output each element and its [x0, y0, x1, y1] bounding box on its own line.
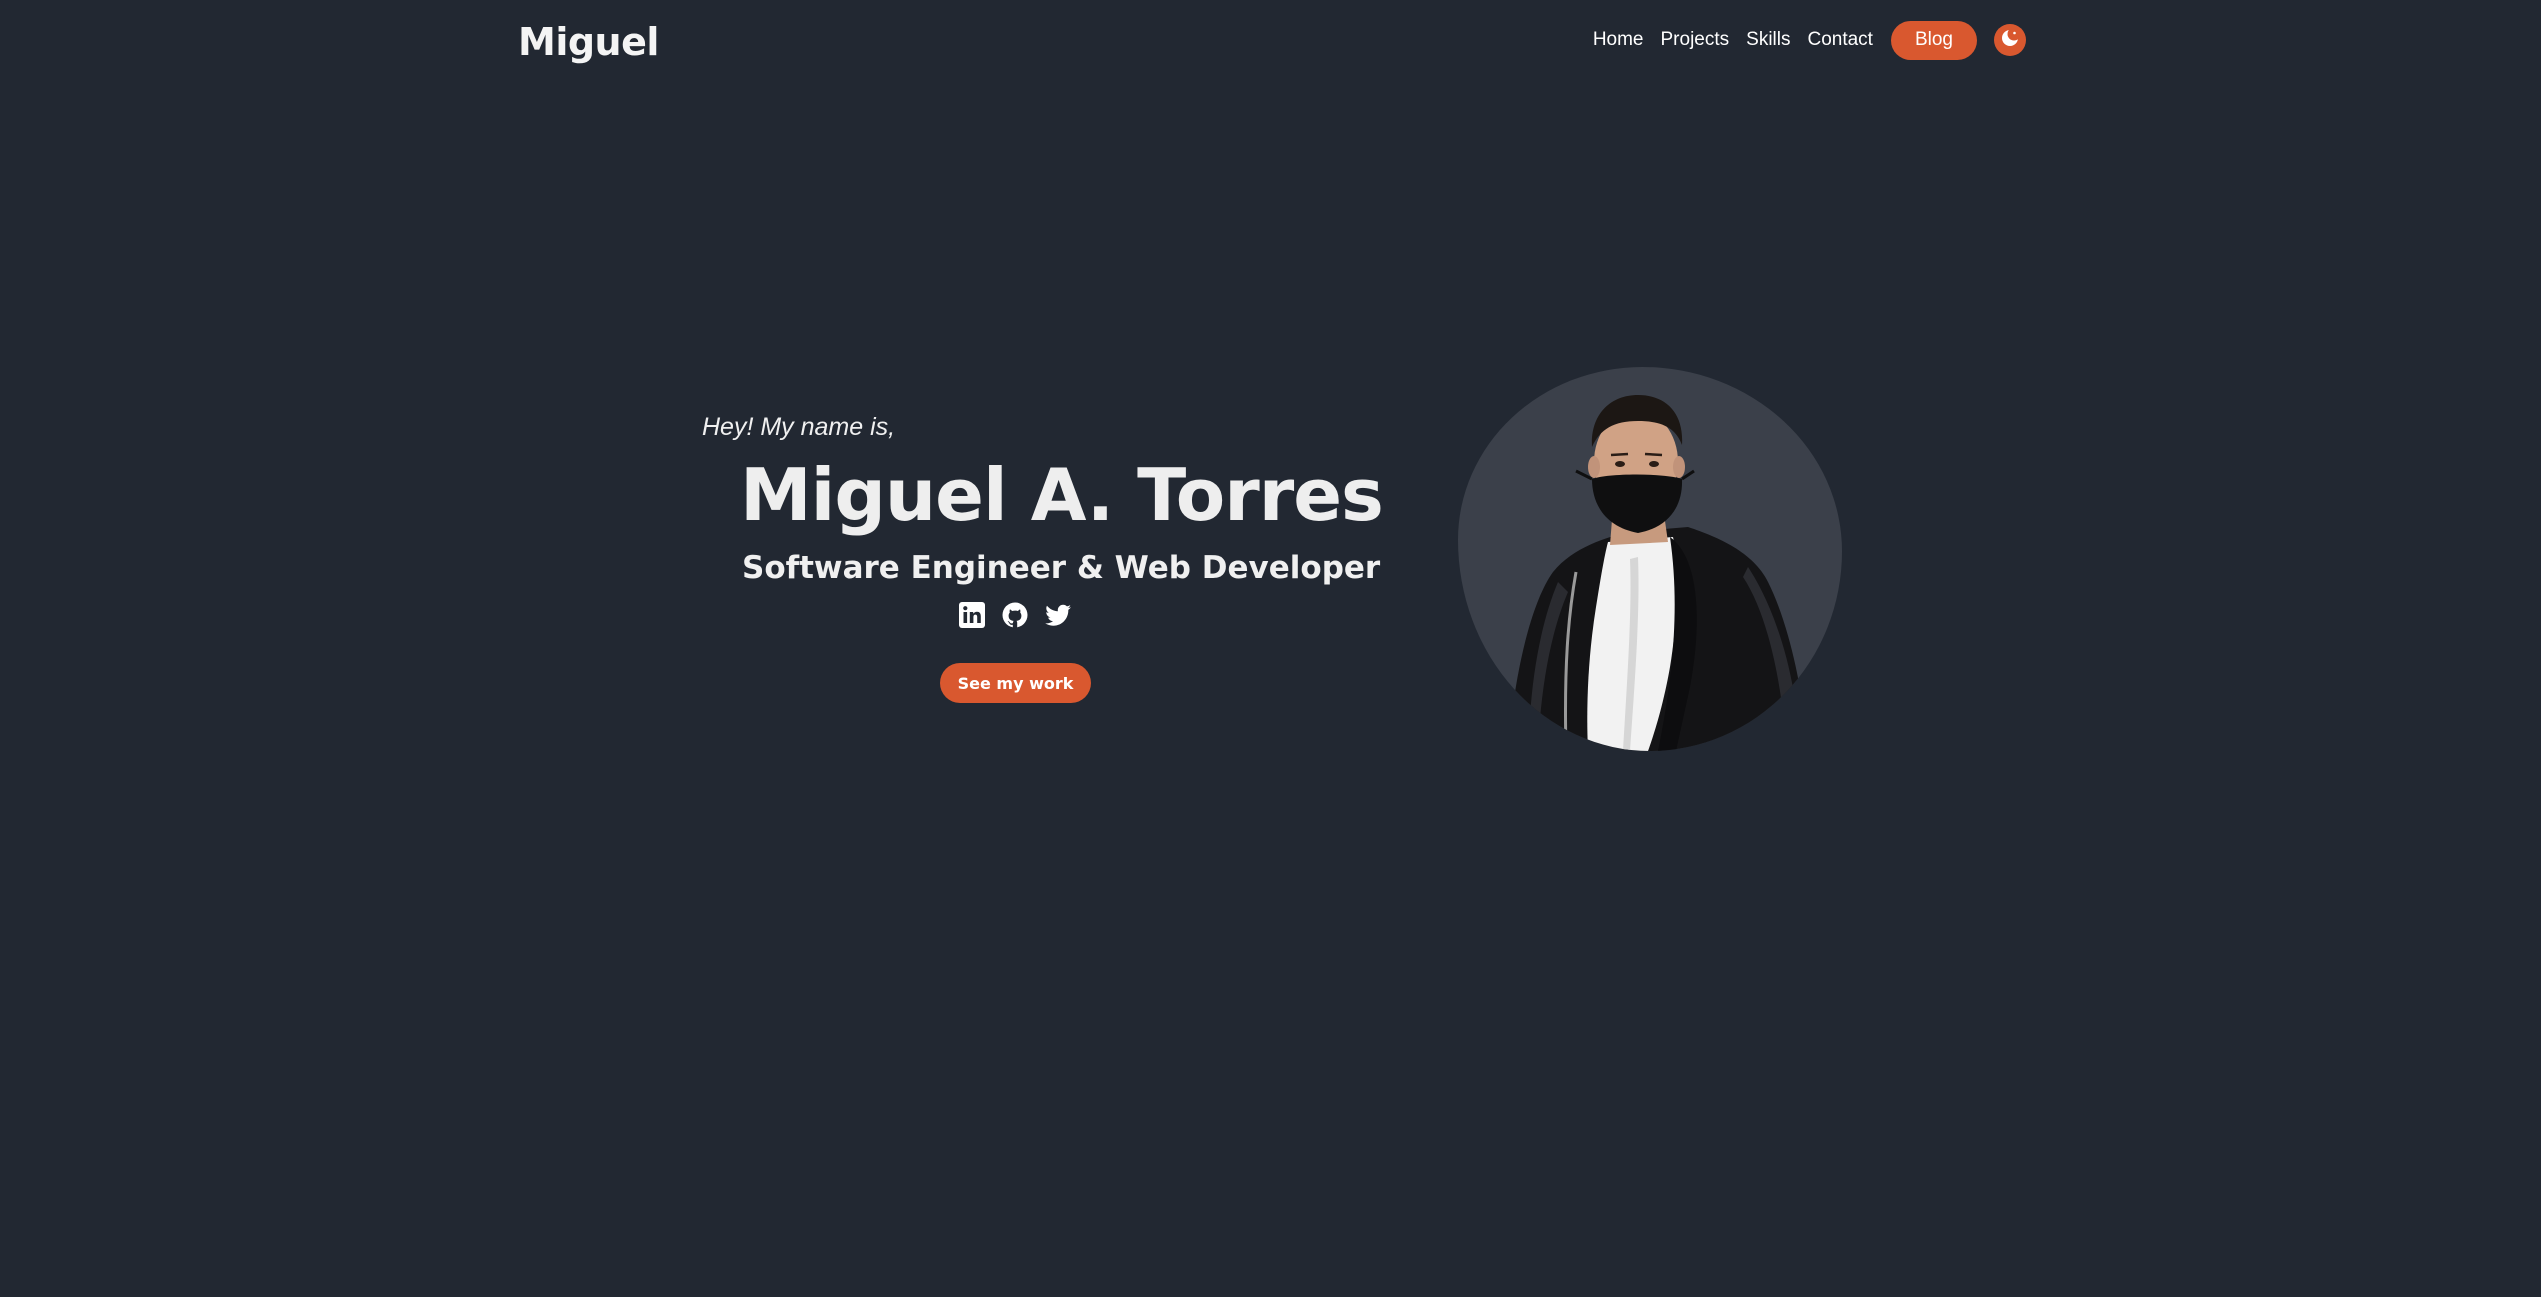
hero-greeting: Hey! My name is, [702, 413, 896, 441]
blog-button[interactable]: Blog [1890, 20, 1977, 60]
moon-icon [1999, 27, 2021, 53]
brand-logo[interactable]: Miguel [518, 16, 659, 64]
navbar: Miguel Home Projects Skills Contact Blog [518, 10, 2026, 70]
nav-projects-link[interactable]: Projects [1661, 29, 1730, 51]
hero-role: Software Engineer & Web Developer [742, 550, 1381, 586]
hero-name: Miguel A. Torres [740, 453, 1384, 537]
twitter-link[interactable] [1043, 602, 1072, 631]
nav-links: Home Projects Skills Contact Blog [1593, 20, 2026, 60]
see-my-work-button[interactable]: See my work [940, 663, 1091, 703]
page: Miguel Home Projects Skills Contact Blog… [0, 0, 2541, 1297]
twitter-icon [1044, 601, 1072, 633]
theme-toggle-button[interactable] [1994, 24, 2026, 56]
nav-skills-link[interactable]: Skills [1746, 29, 1790, 51]
github-link[interactable] [1000, 602, 1029, 631]
profile-photo [1458, 367, 1842, 751]
github-icon [1001, 601, 1029, 633]
social-links [957, 601, 1072, 633]
nav-home-link[interactable]: Home [1593, 29, 1644, 51]
linkedin-icon [958, 601, 986, 633]
nav-contact-link[interactable]: Contact [1807, 29, 1872, 51]
linkedin-link[interactable] [957, 601, 986, 633]
